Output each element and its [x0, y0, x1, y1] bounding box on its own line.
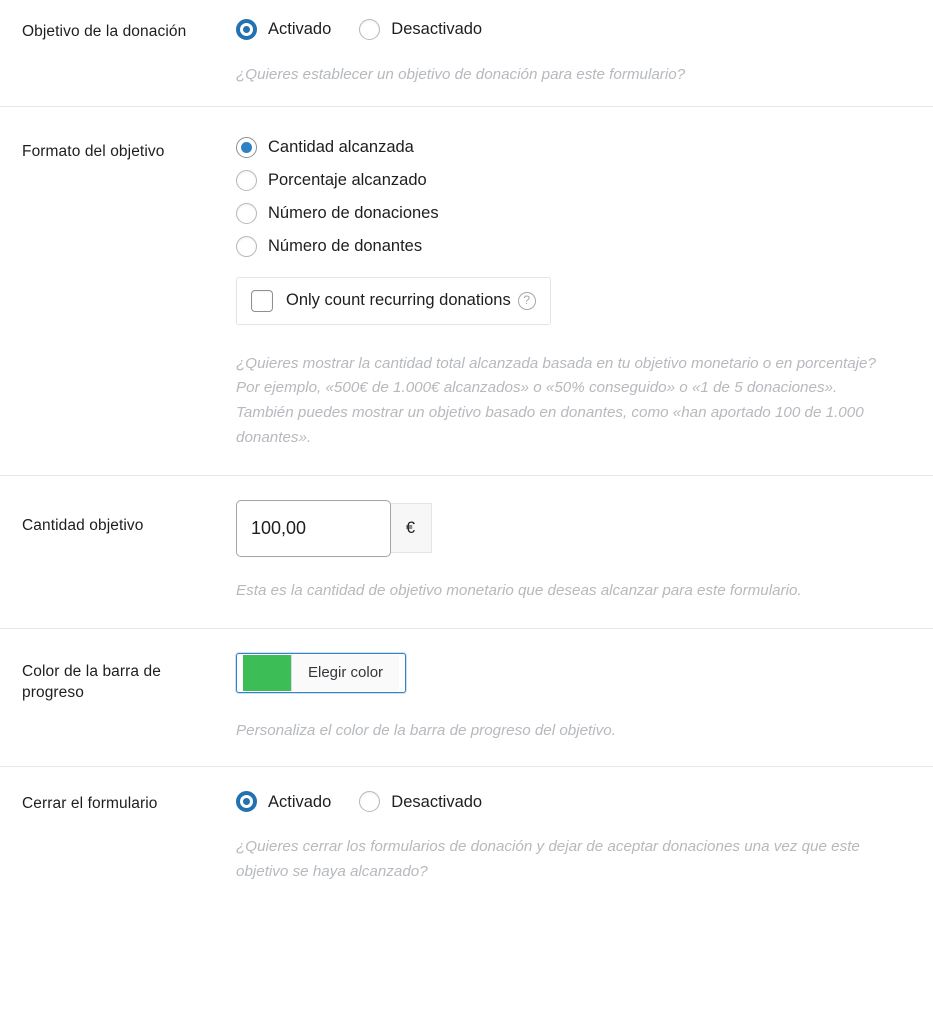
radio-unselected-icon[interactable] [236, 169, 257, 191]
setting-row-close-form: Cerrar el formulario Activado Desactivad… [0, 766, 933, 908]
donation-goal-option-enabled-label: Activado [268, 20, 332, 39]
radio-selected-icon[interactable] [236, 791, 257, 813]
donation-goal-description: ¿Quieres establecer un objetivo de donac… [236, 66, 686, 83]
goal-amount-input[interactable] [236, 500, 391, 558]
label-cell: Cantidad objetivo [0, 500, 236, 537]
goal-format-option-percentage-label: Porcentaje alcanzado [268, 170, 427, 189]
field-cell: Elegir color Personaliza el color de la … [236, 652, 933, 744]
radio-unselected-icon[interactable] [236, 202, 257, 224]
goal-format-option-amount[interactable]: Cantidad alcanzada [236, 136, 909, 158]
donation-goal-label: Objetivo de la donación [22, 23, 187, 40]
label-cell: Color de la barra de progreso [0, 653, 236, 704]
setting-row-goal-format: Formato del objetivo Cantidad alcanzada … [0, 105, 933, 476]
label-cell: Cerrar el formulario [0, 791, 236, 815]
progress-bar-color-label: Color de la barra de progreso [22, 662, 161, 701]
goal-format-option-donations[interactable]: Número de donaciones [236, 202, 909, 224]
goal-format-option-donors[interactable]: Número de donantes [236, 235, 909, 257]
close-form-label: Cerrar el formulario [22, 795, 158, 813]
goal-amount-input-group: € [236, 500, 909, 558]
question-mark-circle-icon[interactable]: ? [517, 291, 536, 310]
donation-goal-radio-group: Activado Desactivado [236, 19, 909, 40]
donation-goal-option-disabled[interactable]: Desactivado [359, 19, 482, 40]
close-form-option-disabled-label: Desactivado [391, 792, 483, 811]
radio-selected-icon[interactable] [236, 19, 257, 40]
setting-row-progress-bar-color: Color de la barra de progreso Elegir col… [0, 627, 933, 767]
goal-format-option-percentage[interactable]: Porcentaje alcanzado [236, 169, 909, 191]
radio-unselected-icon[interactable] [236, 235, 257, 257]
progress-bar-color-description: Personaliza el color de la barra de prog… [236, 721, 616, 739]
goal-format-label: Formato del objetivo [22, 142, 165, 160]
close-form-option-enabled[interactable]: Activado [236, 791, 332, 813]
goal-format-radio-group: Cantidad alcanzada Porcentaje alcanzado … [236, 136, 909, 257]
close-form-option-enabled-label: Activado [268, 792, 332, 811]
label-cell: Objetivo de la donación [0, 19, 236, 43]
setting-row-goal-amount: Cantidad objetivo € Esta es la cantidad … [0, 475, 933, 628]
goal-format-option-donations-label: Número de donaciones [268, 203, 439, 222]
goal-settings-form: Objetivo de la donación Activado Desacti… [0, 0, 933, 909]
close-form-radio-group: Activado Desactivado [236, 791, 909, 813]
close-form-option-disabled[interactable]: Desactivado [359, 791, 483, 813]
recurring-donations-checkbox-label: Only count recurring donations [286, 291, 511, 310]
radio-selected-icon[interactable] [236, 136, 257, 158]
field-cell: Activado Desactivado ¿Quieres cerrar los… [236, 791, 933, 884]
goal-format-option-amount-label: Cantidad alcanzada [268, 137, 414, 156]
donation-goal-option-disabled-label: Desactivado [391, 20, 483, 39]
recurring-donations-checkbox-container[interactable]: Only count recurring donations ? [236, 276, 551, 325]
label-cell: Formato del objetivo [0, 137, 236, 163]
choose-color-button-label: Elegir color [291, 654, 400, 691]
color-swatch [243, 654, 291, 691]
checkbox-unchecked-icon[interactable] [251, 289, 273, 312]
close-form-description: ¿Quieres cerrar los formularios de donac… [236, 838, 860, 880]
choose-color-button[interactable]: Elegir color [236, 652, 407, 693]
radio-unselected-icon[interactable] [359, 19, 381, 40]
goal-amount-description: Esta es la cantidad de objetivo monetari… [236, 582, 802, 600]
radio-unselected-icon[interactable] [359, 791, 381, 813]
currency-suffix-addon: € [389, 503, 432, 554]
goal-format-option-donors-label: Número de donantes [268, 236, 423, 255]
field-cell: Activado Desactivado ¿Quieres establecer… [236, 19, 933, 88]
field-cell: Cantidad alcanzada Porcentaje alcanzado … [236, 136, 933, 451]
donation-goal-option-enabled[interactable]: Activado [236, 19, 331, 40]
goal-amount-label: Cantidad objetivo [22, 517, 144, 535]
field-cell: € Esta es la cantidad de objetivo moneta… [236, 500, 933, 604]
goal-format-description: ¿Quieres mostrar la cantidad total alcan… [236, 354, 876, 446]
setting-row-donation-goal: Objetivo de la donación Activado Desacti… [0, 0, 933, 106]
